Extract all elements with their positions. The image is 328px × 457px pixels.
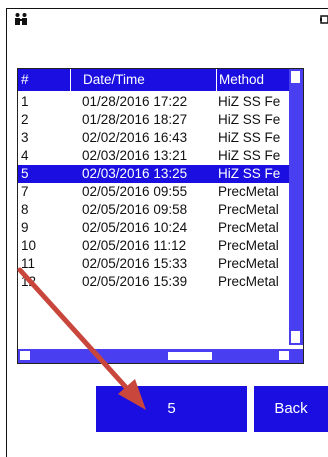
header-method[interactable]: Method bbox=[216, 69, 289, 91]
row-number: 1 bbox=[21, 94, 29, 109]
header-datetime[interactable]: Date/Time bbox=[70, 69, 215, 91]
scroll-up-icon[interactable] bbox=[291, 71, 300, 83]
row-number: 4 bbox=[21, 148, 29, 163]
row-datetime: 01/28/2016 18:27 bbox=[82, 112, 188, 127]
table-row[interactable]: 4 02/03/2016 13:21 HiZ SS Fe bbox=[18, 147, 303, 165]
table-row[interactable]: 9 02/05/2016 10:24 PrecMetal bbox=[18, 219, 303, 237]
table-header: # Date/Time Method bbox=[18, 69, 303, 91]
row-method: PrecMetal bbox=[218, 184, 279, 199]
row-method: PrecMetal bbox=[218, 238, 279, 253]
horizontal-scrollbar[interactable] bbox=[18, 349, 303, 363]
row-method: PrecMetal bbox=[218, 202, 279, 217]
scroll-thumb[interactable] bbox=[168, 352, 212, 360]
results-table: # Date/Time Method 1 01/28/2016 17:22 HiZ … bbox=[17, 68, 304, 364]
row-number: 12 bbox=[21, 274, 37, 289]
table-row[interactable]: 2 01/28/2016 18:27 HiZ SS Fe bbox=[18, 111, 303, 129]
table-row[interactable]: 3 02/02/2016 16:43 HiZ SS Fe bbox=[18, 129, 303, 147]
table-row[interactable]: 8 02/05/2016 09:58 PrecMetal bbox=[18, 201, 303, 219]
row-number: 5 bbox=[21, 166, 29, 181]
scroll-left-icon[interactable] bbox=[20, 351, 30, 360]
row-datetime: 02/05/2016 15:33 bbox=[82, 256, 188, 271]
row-number: 3 bbox=[21, 130, 29, 145]
row-number: 8 bbox=[21, 202, 29, 217]
back-button[interactable]: Back bbox=[254, 386, 328, 432]
battery-icon bbox=[320, 15, 328, 24]
row-method: HiZ SS Fe bbox=[218, 94, 281, 109]
row-number: 7 bbox=[21, 184, 29, 199]
vertical-scrollbar[interactable] bbox=[289, 69, 303, 345]
row-datetime: 02/05/2016 11:12 bbox=[82, 238, 187, 253]
row-number: 11 bbox=[21, 256, 36, 271]
table-row[interactable]: 12 02/05/2016 15:39 PrecMetal bbox=[18, 273, 303, 291]
row-method: PrecMetal bbox=[218, 274, 279, 289]
table-row[interactable]: 11 02/05/2016 15:33 PrecMetal bbox=[18, 255, 303, 273]
row-datetime: 02/05/2016 15:39 bbox=[82, 274, 188, 289]
row-method: HiZ SS Fe bbox=[218, 166, 281, 181]
table-row[interactable]: 10 02/05/2016 11:12 PrecMetal bbox=[18, 237, 303, 255]
table-row[interactable]: 7 02/05/2016 09:55 PrecMetal bbox=[18, 183, 303, 201]
row-datetime: 02/03/2016 13:21 bbox=[82, 148, 188, 163]
row-number: 10 bbox=[21, 238, 37, 253]
row-datetime: 02/05/2016 09:55 bbox=[82, 184, 188, 199]
scroll-right-icon[interactable] bbox=[279, 351, 289, 360]
row-method: HiZ SS Fe bbox=[218, 112, 281, 127]
selected-record-button[interactable]: 5 bbox=[96, 386, 247, 432]
users-icon bbox=[15, 13, 27, 25]
header-number[interactable]: # bbox=[21, 69, 61, 91]
row-datetime: 01/28/2016 17:22 bbox=[82, 94, 188, 109]
row-method: PrecMetal bbox=[218, 220, 279, 235]
row-method: HiZ SS Fe bbox=[218, 130, 281, 145]
row-datetime: 02/05/2016 09:58 bbox=[82, 202, 188, 217]
table-row[interactable]: 5 02/03/2016 13:25 HiZ SS Fe bbox=[18, 165, 303, 183]
scroll-down-icon[interactable] bbox=[291, 331, 300, 343]
row-number: 2 bbox=[21, 112, 29, 127]
row-method: HiZ SS Fe bbox=[218, 148, 281, 163]
row-datetime: 02/05/2016 10:24 bbox=[82, 220, 188, 235]
row-datetime: 02/02/2016 16:43 bbox=[82, 130, 188, 145]
row-method: PrecMetal bbox=[218, 256, 279, 271]
table-row[interactable]: 1 01/28/2016 17:22 HiZ SS Fe bbox=[18, 93, 303, 111]
row-datetime: 02/03/2016 13:25 bbox=[82, 166, 188, 181]
row-number: 9 bbox=[21, 220, 29, 235]
